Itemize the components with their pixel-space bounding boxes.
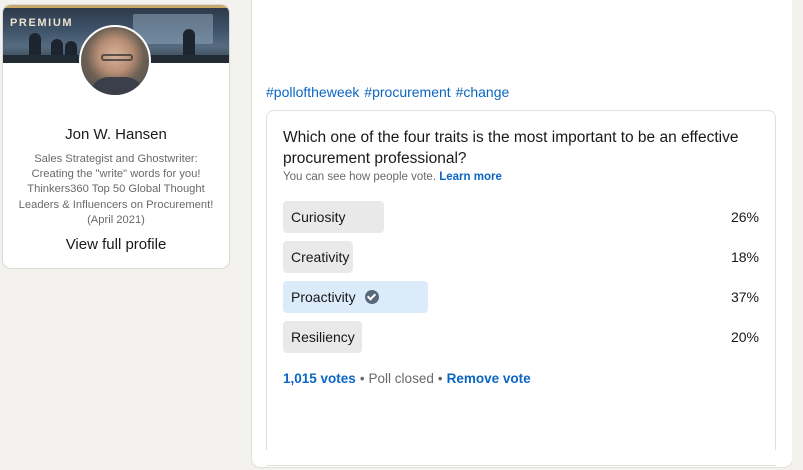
poll-option-label-wrap: Resiliency <box>291 329 355 345</box>
profile-card: PREMIUM Jon W. Hansen Sales Strategist a… <box>3 5 229 268</box>
learn-more-link[interactable]: Learn more <box>439 171 502 183</box>
check-circle-icon <box>364 290 379 304</box>
remove-vote-button[interactable]: Remove vote <box>447 371 531 386</box>
post-bottom-divider <box>266 465 776 466</box>
poll-visibility-text: You can see how people vote. <box>283 171 437 183</box>
view-full-profile-link[interactable]: View full profile <box>3 236 229 253</box>
post-hashtags: #polloftheweek #procurement #change <box>266 84 510 100</box>
poll-option-label: Resiliency <box>291 329 355 345</box>
profile-headline: Sales Strategist and Ghostwriter: Creati… <box>18 153 214 226</box>
poll-option-label: Curiosity <box>291 209 346 225</box>
poll-option-percent: 37% <box>730 289 759 305</box>
avatar-glasses <box>101 54 133 61</box>
poll-option-label-wrap: Creativity <box>291 249 349 265</box>
vote-count-link[interactable]: 1,015 votes <box>283 371 356 386</box>
poll-option-percent: 26% <box>730 209 759 225</box>
poll-option-label-wrap: Curiosity <box>291 209 345 225</box>
poll-question: Which one of the four traits is the most… <box>283 129 739 167</box>
poll-option-percent: 18% <box>730 249 759 265</box>
poll-option-resiliency[interactable]: Resiliency 20% <box>283 321 759 353</box>
footer-separator: • <box>437 371 443 386</box>
hashtag-procurement[interactable]: #procurement <box>364 84 450 100</box>
poll-option-percent: 20% <box>730 329 759 345</box>
banner-screen <box>133 14 213 44</box>
premium-badge: PREMIUM <box>10 17 74 29</box>
poll-option-curiosity[interactable]: Curiosity 26% <box>283 201 759 233</box>
hashtag-change[interactable]: #change <box>456 84 510 100</box>
page-right-edge <box>792 0 803 470</box>
footer-separator: • <box>359 371 365 386</box>
poll-option-creativity[interactable]: Creativity 18% <box>283 241 759 273</box>
poll-option-label-wrap: Proactivity <box>291 289 379 305</box>
page: PREMIUM Jon W. Hansen Sales Strategist a… <box>0 0 803 470</box>
poll-footer: 1,015 votes • Poll closed • Remove vote <box>283 371 531 386</box>
poll-option-label: Creativity <box>291 249 350 265</box>
poll-visibility-note: You can see how people vote. Learn more <box>283 171 502 183</box>
poll-option-proactivity[interactable]: Proactivity 37% <box>283 281 759 313</box>
poll-option-label: Proactivity <box>291 289 356 305</box>
profile-name[interactable]: Jon W. Hansen <box>3 126 229 143</box>
poll-status: Poll closed <box>368 371 434 386</box>
hashtag-polloftheweek[interactable]: #polloftheweek <box>266 84 359 100</box>
avatar-shirt <box>89 77 145 95</box>
avatar[interactable] <box>79 25 151 97</box>
